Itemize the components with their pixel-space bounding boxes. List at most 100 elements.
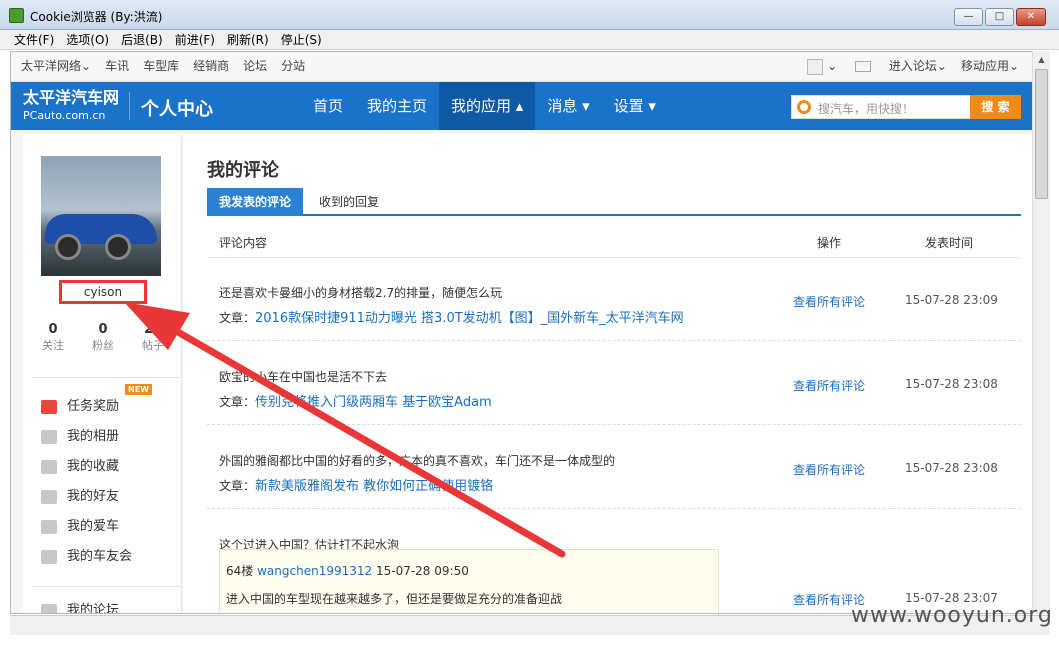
- menu-file[interactable]: 文件(F): [8, 30, 60, 50]
- profile-sidebar: cyison 0 关注 0 粉丝 26 帖子 NEW 任务奖励 我的相册 我的收藏 我…: [23, 134, 182, 613]
- sidebar-item-car-club[interactable]: 我的车友会: [41, 546, 132, 568]
- sidebar-item-favorites[interactable]: 我的收藏: [41, 456, 119, 478]
- comment-time: 15-07-28 23:08: [905, 461, 998, 475]
- stat-value: 26: [143, 322, 163, 337]
- minimize-button[interactable]: —: [954, 8, 983, 26]
- stat-value: 0: [98, 322, 108, 337]
- stat-posts[interactable]: 26 帖子: [131, 322, 175, 353]
- row-divider: [207, 508, 1021, 509]
- site-header: 太平洋汽车网 PCauto.com.cn 个人中心 首页 我的主页 我的应用 ▴ 消息…: [11, 82, 1033, 130]
- site-top-nav: 太平洋网络⌄ 车讯 车型库 经销商 论坛 分站 ⌄ 进入论坛⌄ 移动应用⌄: [11, 52, 1033, 82]
- sidebar-item-my-car[interactable]: 我的爱车: [41, 516, 119, 538]
- stat-label: 帖子: [142, 339, 164, 352]
- topnav-forum[interactable]: 论坛: [243, 59, 267, 73]
- nav-my-homepage[interactable]: 我的主页: [355, 82, 439, 130]
- sidebar-item-label: 我的相册: [67, 429, 120, 444]
- nav-messages[interactable]: 消息 ▾: [535, 82, 601, 130]
- menu-forward[interactable]: 前进(F): [169, 30, 221, 50]
- nav-my-apps[interactable]: 我的应用 ▴: [439, 82, 536, 130]
- close-button[interactable]: ✕: [1016, 8, 1046, 26]
- sidebar-item-albums[interactable]: 我的相册: [41, 426, 119, 448]
- article-prefix: 文章：: [219, 479, 256, 493]
- mail-icon[interactable]: [855, 61, 872, 72]
- quote-floor: 64楼: [226, 564, 254, 578]
- nav-settings[interactable]: 设置 ▾: [602, 82, 668, 130]
- window-title: Cookie浏览器 (By:洪流): [30, 10, 163, 24]
- logo-divider: [129, 92, 130, 120]
- stat-value: 0: [48, 322, 58, 337]
- menu-bar: 文件(F) 选项(O) 后退(B) 前进(F) 刷新(R) 停止(S): [0, 30, 1059, 50]
- nav-home[interactable]: 首页: [301, 82, 355, 130]
- sidebar-divider: [31, 377, 181, 378]
- avatar-caret[interactable]: ⌄: [827, 59, 837, 73]
- browser-window: Cookie浏览器 (By:洪流) — □ ✕ 文件(F) 选项(O) 后退(B) 前…: [0, 0, 1059, 645]
- user-avatar-icon[interactable]: [807, 58, 824, 75]
- personal-center-title: 个人中心: [141, 99, 213, 120]
- web-viewport: 太平洋网络⌄ 车讯 车型库 经销商 论坛 分站 ⌄ 进入论坛⌄ 移动应用⌄ 太平洋汽车网 P…: [10, 51, 1050, 614]
- watermark: www.wooyun.org: [851, 603, 1053, 628]
- scroll-up-arrow-icon[interactable]: ▲: [1033, 51, 1050, 68]
- sidebar-item-label: 我的收藏: [67, 459, 120, 474]
- search-input[interactable]: 搜汽车，用快搜！: [791, 95, 971, 119]
- column-header-action: 操作: [817, 236, 842, 250]
- site-logo[interactable]: 太平洋汽车网: [23, 90, 119, 106]
- topnav-pconline[interactable]: 太平洋网络⌄: [21, 59, 91, 73]
- quoted-reply: 64楼 wangchen1991312 15-07-28 09:50 进入中国的…: [219, 549, 719, 613]
- photo-icon: [41, 429, 57, 444]
- quote-body: 进入中国的车型现在越来越多了，但还是要做足充分的准备迎战: [226, 592, 563, 606]
- vertical-scrollbar[interactable]: ▲: [1032, 51, 1050, 614]
- search-button[interactable]: 搜 索: [970, 95, 1021, 119]
- comment-time: 15-07-28 23:09: [905, 293, 998, 307]
- search-icon: [797, 100, 811, 114]
- column-header-content: 评论内容: [219, 236, 268, 250]
- profile-photo[interactable]: [41, 156, 161, 276]
- comment-article: 文章：新款美版雅阁发布 教你如何正确使用镀铬: [219, 475, 493, 494]
- username[interactable]: cyison: [59, 280, 147, 304]
- car-wheel-icon: [105, 234, 131, 260]
- page-title: 我的评论: [207, 160, 279, 181]
- comment-article: 文章：传别克将推入门级两厢车 基于欧宝Adam: [219, 391, 492, 410]
- topnav-models[interactable]: 车型库: [143, 59, 179, 73]
- topnav-enter-forum[interactable]: 进入论坛⌄: [889, 59, 947, 73]
- car-wheel-icon: [55, 234, 81, 260]
- quote-header: 64楼 wangchen1991312 15-07-28 09:50: [226, 562, 469, 579]
- article-prefix: 文章：: [219, 311, 256, 325]
- sidebar-item-friends[interactable]: 我的好友: [41, 486, 119, 508]
- stat-label: 关注: [42, 339, 64, 352]
- comment-text: 外国的雅阁都比中国的好看的多，广本的真不喜欢，车门还不是一体成型的: [219, 454, 616, 468]
- menu-refresh[interactable]: 刷新(R): [221, 30, 275, 50]
- view-all-comments-link[interactable]: 查看所有评论: [793, 377, 865, 394]
- view-all-comments-link[interactable]: 查看所有评论: [793, 293, 865, 310]
- stat-following[interactable]: 0 关注: [31, 322, 75, 353]
- gift-icon: [41, 399, 57, 414]
- sidebar-item-my-forum[interactable]: 我的论坛: [41, 600, 119, 613]
- article-link[interactable]: 2016款保时捷911动力曝光 搭3.0T发动机【图】_国外新车_太平洋汽车网: [255, 311, 684, 326]
- menu-stop[interactable]: 停止(S): [275, 30, 328, 50]
- scroll-thumb[interactable]: [1035, 69, 1048, 199]
- article-link[interactable]: 新款美版雅阁发布 教你如何正确使用镀铬: [255, 479, 493, 494]
- quote-user-link[interactable]: wangchen1991312: [257, 564, 372, 578]
- topnav-branches[interactable]: 分站: [281, 59, 305, 73]
- stat-fans[interactable]: 0 粉丝: [81, 322, 125, 353]
- menu-back[interactable]: 后退(B): [115, 30, 169, 50]
- header-divider: [207, 257, 1021, 258]
- comment-time: 15-07-28 23:08: [905, 377, 998, 391]
- view-all-comments-link[interactable]: 查看所有评论: [793, 461, 865, 478]
- comment-text: 还是喜欢卡曼细小的身材搭载2.7的排量，随便怎么玩: [219, 286, 503, 300]
- comments-panel: 我的评论 我发表的评论 收到的回复 评论内容 操作 发表时间 还是喜欢卡曼细小的…: [183, 134, 1033, 613]
- browser-app-icon: [9, 8, 24, 23]
- menu-options[interactable]: 选项(O): [60, 30, 115, 50]
- tab-my-comments[interactable]: 我发表的评论: [207, 188, 304, 216]
- maximize-button[interactable]: □: [985, 8, 1014, 26]
- tab-received-replies[interactable]: 收到的回复: [307, 188, 391, 216]
- article-prefix: 文章：: [219, 395, 256, 409]
- club-icon: [41, 549, 57, 564]
- topnav-dealers[interactable]: 经销商: [193, 59, 229, 73]
- quote-time: 15-07-28 09:50: [375, 564, 469, 578]
- comment-text: 欧宝的小车在中国也是活不下去: [219, 370, 388, 384]
- topnav-mobile-apps[interactable]: 移动应用⌄: [961, 59, 1019, 73]
- sidebar-item-tasks[interactable]: 任务奖励: [41, 396, 119, 418]
- topnav-news[interactable]: 车讯: [105, 59, 129, 73]
- article-link[interactable]: 传别克将推入门级两厢车 基于欧宝Adam: [255, 395, 492, 410]
- main-nav: 首页 我的主页 我的应用 ▴ 消息 ▾ 设置 ▾: [301, 82, 668, 130]
